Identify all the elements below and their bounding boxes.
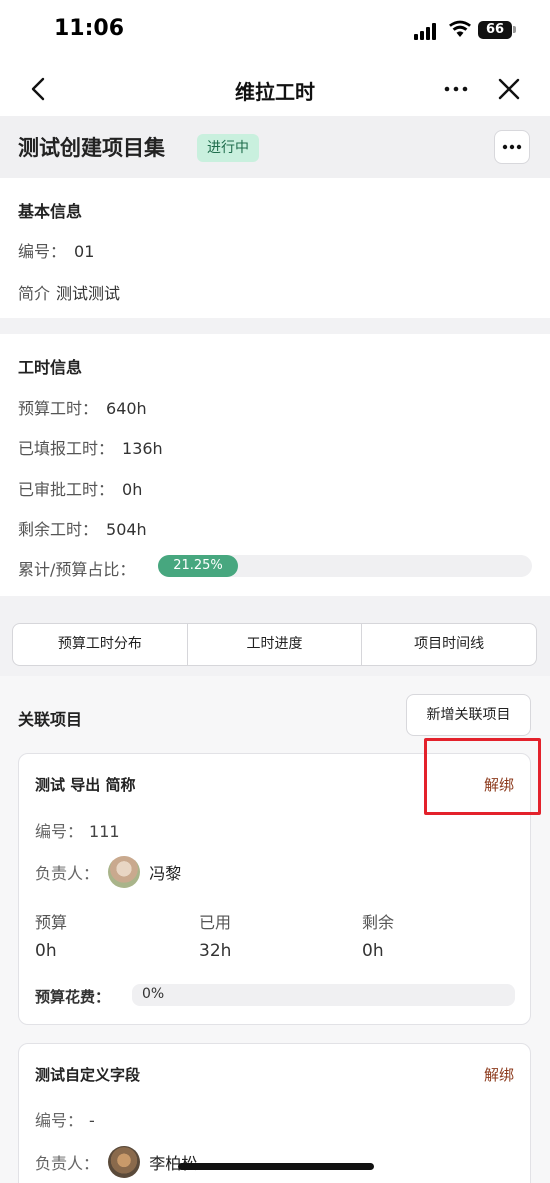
remaining-hours-value: 504h (106, 520, 147, 539)
status-bar: 11:06 66 (0, 0, 550, 62)
remaining-value: 0h (362, 941, 384, 961)
budget-value: 0h (35, 941, 57, 961)
related-project-card[interactable]: 测试 导出 简称 解绑 编号： 111 负责人： 冯黎 预算 已用 剩余 0h 3… (18, 753, 531, 1025)
hours-info-title: 工时信息 (18, 358, 83, 377)
add-related-project-button[interactable]: 新增关联项目 (406, 694, 531, 736)
approved-hours-value: 0h (122, 480, 143, 499)
budget-hours-value: 640h (106, 399, 147, 418)
related-owner-row: 负责人： 冯黎 (35, 856, 181, 888)
home-indicator (178, 1163, 374, 1170)
approved-hours-row: 已审批工时： 0h (18, 476, 142, 500)
budget-label: 预算 (35, 913, 68, 932)
ellipsis-icon (502, 144, 522, 150)
tab-hours-progress[interactable]: 工时进度 (186, 624, 362, 665)
more-icon[interactable] (440, 74, 472, 104)
basic-info-title: 基本信息 (18, 202, 83, 221)
nav-bar: 维拉工时 (0, 62, 550, 116)
related-owner-row: 负责人： 李柏松 (35, 1146, 197, 1178)
remaining-hours-row: 剩余工时： 504h (18, 516, 147, 540)
owner-label: 负责人： (35, 864, 100, 883)
status-badge: 进行中 (197, 134, 259, 162)
related-project-card[interactable]: 测试自定义字段 解绑 编号： - 负责人： 李柏松 (18, 1043, 531, 1183)
project-intro-row: 简介 测试测试 (18, 280, 120, 304)
project-code-row: 编号： 01 (18, 238, 94, 262)
unbind-button[interactable]: 解绑 (484, 774, 514, 795)
related-code-value: 111 (89, 822, 120, 841)
project-title: 测试创建项目集 (18, 136, 165, 160)
filled-hours-label: 已填报工时： (18, 439, 115, 458)
wifi-icon (449, 20, 471, 37)
related-project-name: 测试自定义字段 (35, 1066, 141, 1084)
code-label: 编号： (18, 242, 67, 261)
tab-budget-distribution[interactable]: 预算工时分布 (13, 624, 187, 665)
close-icon[interactable] (494, 74, 524, 104)
battery-icon: 66 (478, 21, 512, 39)
remaining-hours-label: 剩余工时： (18, 520, 99, 539)
tab-project-timeline[interactable]: 项目时间线 (361, 624, 536, 665)
used-label: 已用 (199, 913, 232, 932)
ratio-progress-bar: 21.25% (158, 555, 532, 577)
avatar (108, 1146, 141, 1178)
related-code-label: 编号： (35, 1111, 84, 1130)
budget-hours-row: 预算工时： 640h (18, 395, 147, 419)
budget-hours-label: 预算工时： (18, 399, 99, 418)
owner-label: 负责人： (35, 1154, 100, 1173)
related-code-label: 编号： (35, 822, 84, 841)
project-header: 测试创建项目集 进行中 (0, 116, 550, 178)
intro-label: 简介 (18, 284, 51, 303)
view-tabs: 预算工时分布 工时进度 项目时间线 (12, 623, 537, 666)
approved-hours-label: 已审批工时： (18, 480, 115, 499)
status-time: 11:06 (54, 16, 125, 41)
related-project-code-row: 编号： - (35, 1107, 95, 1131)
filled-hours-row: 已填报工时： 136h (18, 435, 163, 459)
ratio-progress-fill: 21.25% (158, 555, 238, 577)
signal-icon (414, 22, 440, 40)
intro-value: 测试测试 (56, 284, 121, 303)
related-project-name: 测试 导出 简称 (35, 776, 136, 794)
budget-cost-value: 0% (142, 986, 165, 1002)
basic-info-section: 基本信息 编号： 01 简介 测试测试 (0, 178, 550, 318)
related-projects-title: 关联项目 (18, 710, 83, 729)
project-more-button[interactable] (494, 130, 530, 164)
budget-cost-label: 预算花费： (35, 988, 111, 1006)
ratio-label: 累计/预算占比： (18, 560, 136, 579)
owner-name: 冯黎 (149, 864, 182, 883)
remaining-label: 剩余 (362, 913, 395, 932)
app-screen: 11:06 66 维拉工时 测试创建项目集 进行中 基本信息 编号： 01 简介… (0, 0, 550, 1183)
related-code-value: - (89, 1111, 95, 1130)
battery-tip (513, 26, 516, 33)
budget-cost-bar: 0% (132, 984, 515, 1006)
used-value: 32h (199, 941, 232, 961)
code-value: 01 (74, 242, 95, 261)
filled-hours-value: 136h (122, 439, 163, 458)
related-project-code-row: 编号： 111 (35, 818, 120, 842)
unbind-button[interactable]: 解绑 (484, 1064, 514, 1085)
avatar (108, 856, 141, 888)
